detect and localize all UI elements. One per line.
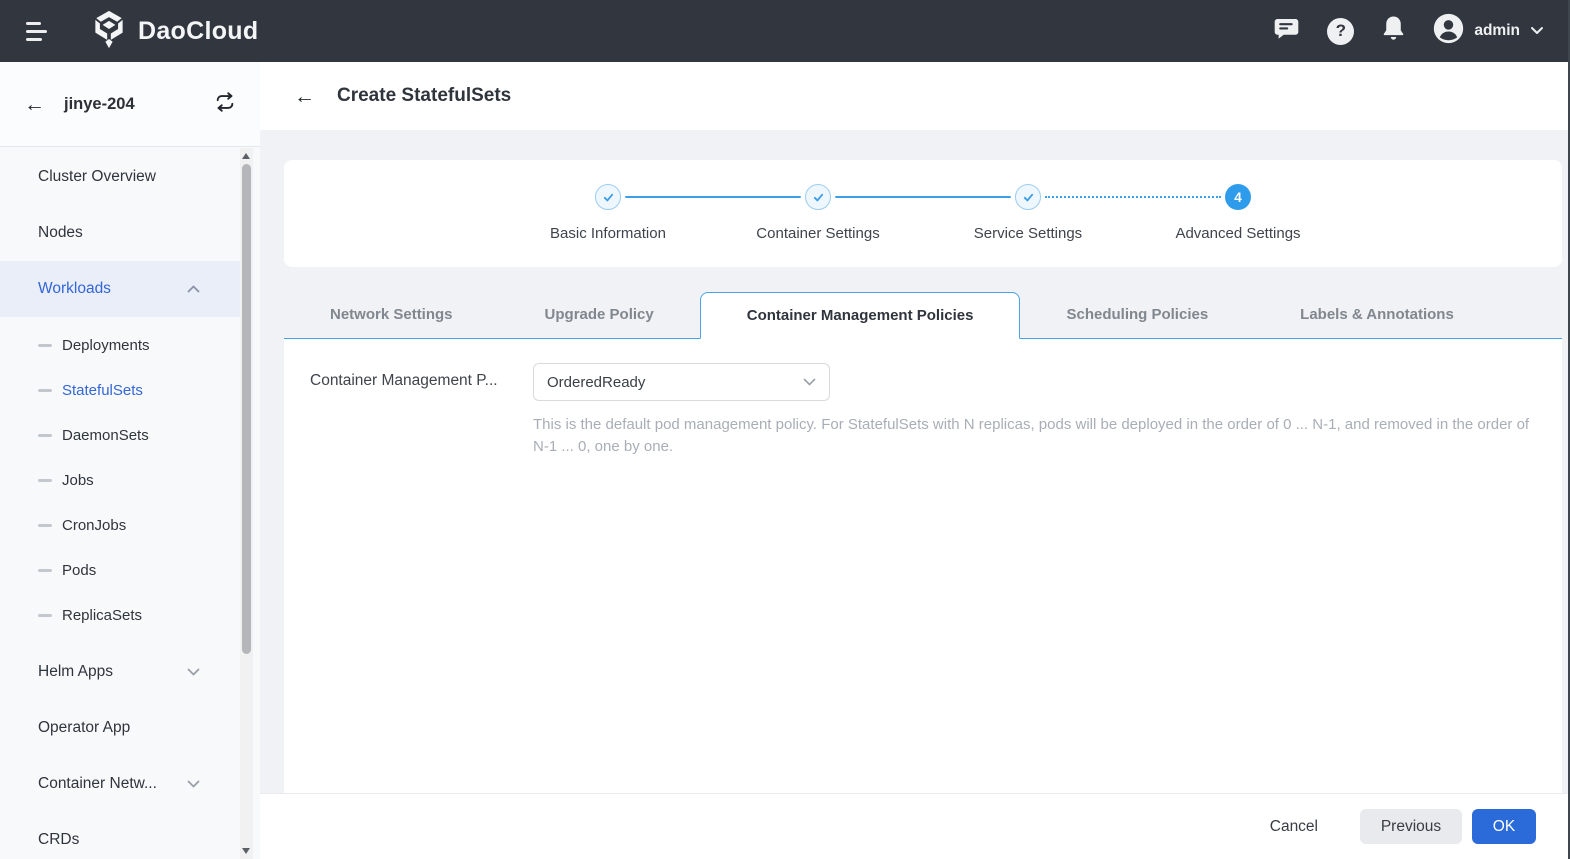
brand[interactable]: DaoCloud — [90, 9, 258, 54]
chevron-up-icon — [187, 285, 200, 293]
tab-container-management-policies[interactable]: Container Management Policies — [699, 292, 1021, 339]
sidebar: ← jinye-204 Cluster Overview Nodes Workl… — [0, 62, 260, 859]
user-menu[interactable]: admin — [1433, 13, 1544, 49]
sidebar-item-daemonsets[interactable]: DaemonSets — [0, 413, 240, 458]
brand-name: DaoCloud — [138, 16, 259, 45]
ok-button[interactable]: OK — [1472, 809, 1536, 844]
switch-cluster-icon[interactable] — [214, 91, 236, 118]
help-icon[interactable]: ? — [1327, 17, 1355, 45]
sidebar-scrollbar[interactable] — [240, 148, 253, 859]
tab-labels-annotations[interactable]: Labels & Annotations — [1254, 292, 1500, 338]
sidebar-item-cronjobs[interactable]: CronJobs — [0, 503, 240, 548]
dash-icon — [38, 389, 52, 392]
dash-icon — [38, 614, 52, 617]
sidebar-item-operator-app[interactable]: Operator App — [0, 700, 240, 756]
content: 4 Basic Information Container Settings S… — [260, 130, 1570, 793]
dash-icon — [38, 434, 52, 437]
step-3-label: Service Settings — [973, 225, 1083, 242]
scrollbar-thumb[interactable] — [242, 164, 251, 654]
chevron-down-icon — [803, 373, 816, 391]
sidebar-item-container-network[interactable]: Container Netw... — [0, 756, 240, 812]
tab-panel: Container Management P... OrderedReady T… — [284, 339, 1562, 793]
scroll-down-icon[interactable] — [242, 848, 250, 854]
sidebar-item-cluster-overview[interactable]: Cluster Overview — [0, 149, 240, 205]
notifications-icon[interactable] — [1381, 15, 1406, 47]
chevron-down-icon — [187, 668, 200, 676]
daocloud-logo-icon — [90, 9, 128, 54]
step-4-label: Advanced Settings — [1175, 225, 1301, 242]
user-name: admin — [1474, 22, 1520, 39]
step-connector-dotted — [1045, 196, 1221, 198]
sidebar-header: ← jinye-204 — [0, 62, 260, 147]
step-2-label: Container Settings — [756, 225, 880, 242]
page-header: ← Create StatefulSets — [260, 62, 1570, 130]
policy-select[interactable]: OrderedReady — [533, 363, 830, 401]
step-connector — [625, 195, 801, 199]
tabbar: Network Settings Upgrade Policy Containe… — [284, 292, 1562, 339]
page-back-icon[interactable]: ← — [294, 86, 315, 107]
sidebar-item-nodes[interactable]: Nodes — [0, 205, 240, 261]
dash-icon — [38, 569, 52, 572]
sidebar-item-statefulsets[interactable]: StatefulSets — [0, 368, 240, 413]
messages-icon[interactable] — [1273, 15, 1300, 47]
policy-help-text: This is the default pod management polic… — [533, 416, 1530, 455]
sidebar-nav: Cluster Overview Nodes Workloads Deploym… — [0, 147, 260, 859]
policy-select-value: OrderedReady — [547, 373, 646, 391]
sidebar-item-deployments[interactable]: Deployments — [0, 323, 240, 368]
sidebar-item-pods[interactable]: Pods — [0, 548, 240, 593]
sidebar-item-helm-apps[interactable]: Helm Apps — [0, 644, 240, 700]
stepper: 4 Basic Information Container Settings S… — [284, 160, 1562, 267]
previous-button[interactable]: Previous — [1360, 809, 1462, 844]
sidebar-item-replicasets[interactable]: ReplicaSets — [0, 593, 240, 638]
tab-upgrade-policy[interactable]: Upgrade Policy — [499, 292, 700, 338]
step-3-done-icon[interactable] — [1015, 184, 1041, 210]
step-connector — [835, 195, 1011, 199]
chevron-down-icon — [1530, 22, 1544, 40]
tab-scheduling-policies[interactable]: Scheduling Policies — [1020, 292, 1254, 338]
main-area: ← Create StatefulSets 4 Basic Informatio… — [260, 62, 1570, 859]
dash-icon — [38, 479, 52, 482]
cancel-button[interactable]: Cancel — [1258, 809, 1330, 844]
step-1-label: Basic Information — [550, 225, 666, 242]
page-title: Create StatefulSets — [337, 85, 512, 106]
dash-icon — [38, 344, 52, 347]
avatar — [1433, 13, 1464, 49]
topbar: DaoCloud ? admin — [0, 0, 1570, 62]
tab-network-settings[interactable]: Network Settings — [284, 292, 499, 338]
sidebar-item-workloads[interactable]: Workloads — [0, 261, 240, 317]
cluster-name: jinye-204 — [64, 94, 135, 113]
step-2-done-icon[interactable] — [805, 184, 831, 210]
field-label-container-management-policy: Container Management P... — [310, 372, 498, 389]
sidebar-back-icon[interactable]: ← — [24, 94, 45, 115]
menu-icon[interactable] — [26, 21, 48, 41]
sidebar-item-crds[interactable]: CRDs — [0, 812, 240, 859]
step-1-done-icon[interactable] — [595, 184, 621, 210]
scroll-up-icon[interactable] — [242, 153, 250, 159]
sidebar-item-jobs[interactable]: Jobs — [0, 458, 240, 503]
step-4-badge[interactable]: 4 — [1225, 184, 1251, 210]
dash-icon — [38, 524, 52, 527]
chevron-down-icon — [187, 780, 200, 788]
footer: Cancel Previous OK — [260, 793, 1570, 859]
